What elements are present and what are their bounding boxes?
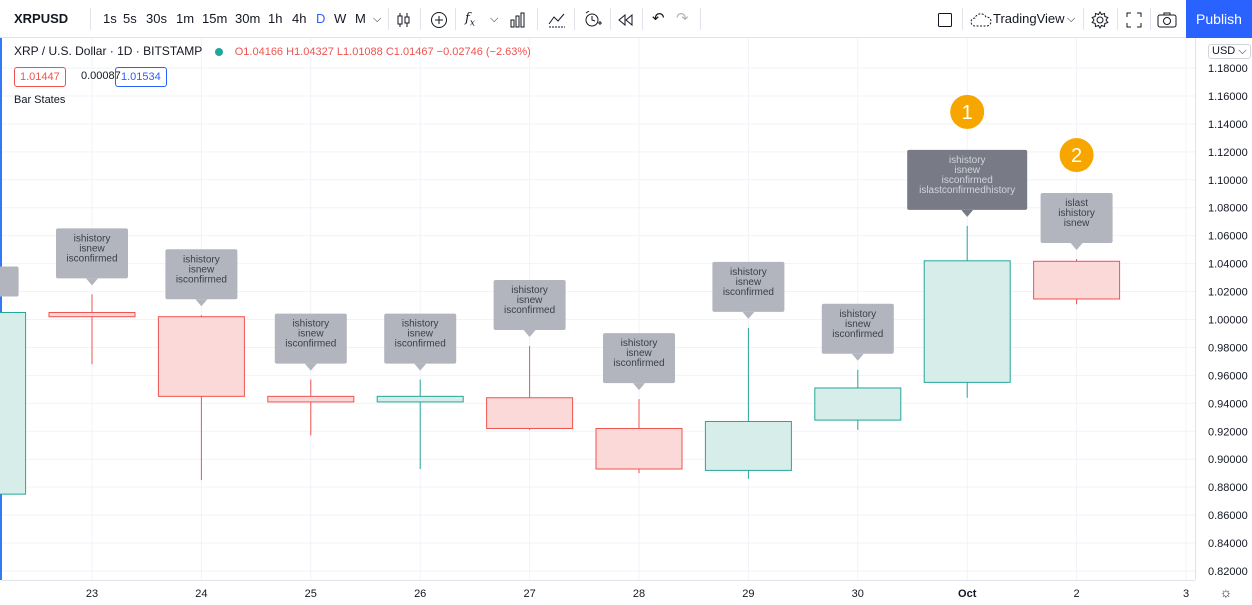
x-tick-label: 29: [742, 588, 754, 600]
label-pointer: [304, 363, 317, 371]
label-pointer: [1070, 243, 1083, 251]
y-tick-label: 1.10000: [1208, 175, 1248, 187]
y-tick-label: 0.92000: [1208, 426, 1248, 438]
indicator-name[interactable]: Bar States: [14, 94, 65, 106]
y-tick-label: 1.04000: [1208, 259, 1248, 271]
candle-body[interactable]: [267, 395, 355, 403]
y-tick-label: 1.18000: [1208, 63, 1248, 75]
bar-state-label[interactable]: ishistoryisnewisconfirmedislastconfirmed…: [907, 149, 1028, 217]
label-line: isconfirmed: [723, 287, 774, 298]
label-line: isconfirmed: [176, 274, 227, 285]
candle-body[interactable]: [923, 260, 1011, 383]
x-tick-label: 25: [305, 588, 317, 600]
candle-body[interactable]: [1033, 260, 1121, 300]
label-line: islastconfirmedhistory: [919, 185, 1015, 196]
x-tick-label: 27: [523, 588, 535, 600]
bar-state-label[interactable]: ishistoryisnewisconfirmed: [384, 313, 457, 371]
y-tick-label: 0.98000: [1208, 342, 1248, 354]
y-tick-label: 0.88000: [1208, 482, 1248, 494]
label-pointer: [851, 353, 864, 361]
buy-price-button[interactable]: 1.01534: [115, 67, 167, 87]
bar-state-label[interactable]: d: [0, 266, 19, 304]
legend-close: C1.01467: [385, 46, 434, 58]
x-tick-label: 30: [852, 588, 864, 600]
y-tick-label: 1.12000: [1208, 147, 1248, 159]
label-pointer: [86, 278, 98, 286]
bar-state-label[interactable]: ishistoryisnewisconfirmed: [274, 313, 347, 371]
label-line: isconfirmed: [66, 253, 117, 264]
bar-state-label[interactable]: ishistoryisnewisconfirmed: [603, 333, 675, 391]
x-tick-label: 2: [1074, 588, 1080, 600]
x-tick-label: 3: [1183, 588, 1189, 600]
legend-low: L1.01088: [336, 46, 383, 58]
y-tick-label: 0.90000: [1208, 454, 1248, 466]
axis-settings-gear-icon[interactable]: ☼: [1220, 584, 1233, 600]
bar-state-label[interactable]: ishistoryisnewisconfirmed: [821, 303, 894, 361]
label-box: [0, 266, 19, 297]
legend-change: −0.02746 (−2.63%): [436, 46, 531, 58]
candle-body[interactable]: [595, 427, 683, 470]
x-tick-label: 28: [633, 588, 645, 600]
label-pointer: [523, 330, 536, 338]
step-badge-number: 1: [962, 102, 973, 124]
y-tick-label: 0.82000: [1208, 566, 1248, 578]
label-line: isconfirmed: [285, 339, 336, 350]
market-status-dot[interactable]: [215, 47, 224, 56]
candle-body[interactable]: [814, 387, 902, 421]
legend-open: O1.04166: [234, 46, 284, 58]
bar-state-label[interactable]: ishistoryisnewisconfirmed: [56, 228, 128, 286]
candle-body[interactable]: [48, 312, 136, 318]
step-badge-number: 2: [1071, 145, 1082, 167]
label-pointer: [195, 299, 208, 307]
y-tick-label: 1.06000: [1208, 231, 1248, 243]
y-tick-label: 0.84000: [1208, 538, 1248, 550]
label-pointer: [742, 311, 755, 319]
legend-high: H1.04327: [286, 46, 334, 58]
y-tick-label: 0.86000: [1208, 510, 1248, 522]
bar-state-label[interactable]: islastishistoryisnew: [1040, 193, 1113, 251]
y-tick-label: 1.14000: [1208, 119, 1248, 131]
x-tick-label: 24: [195, 588, 207, 600]
symbol-legend: XRP / U.S. Dollar · 1D · BITSTAMP O1.041…: [14, 44, 531, 58]
bar-state-label[interactable]: ishistoryisnewisconfirmed: [712, 261, 785, 319]
y-tick-label: 1.00000: [1208, 315, 1248, 327]
currency-selector[interactable]: USD ⌵: [1208, 44, 1251, 59]
candlestick-chart[interactable]: 1.18000 1.16000 1.14000 1.12000 1.10000 1.080…: [0, 0, 1252, 605]
currency-label: USD: [1212, 45, 1236, 57]
y-tick-label: 0.94000: [1208, 398, 1248, 410]
legend-title[interactable]: XRP / U.S. Dollar · 1D · BITSTAMP: [14, 44, 202, 58]
sell-price-button[interactable]: 1.01447: [14, 67, 66, 87]
label-line: isconfirmed: [504, 305, 555, 316]
label-line: isconfirmed: [832, 329, 883, 340]
candle-body[interactable]: [376, 395, 464, 403]
y-tick-label: 1.02000: [1208, 287, 1248, 299]
y-tick-label: 0.96000: [1208, 370, 1248, 382]
label-line: isnew: [1064, 218, 1090, 229]
x-tick-label: 23: [86, 588, 98, 600]
legend-ohlc: O1.04166 H1.04327 L1.01088 C1.01467 −0.0…: [235, 46, 531, 58]
x-tick-label: Oct: [958, 588, 977, 600]
candle-body[interactable]: [0, 312, 27, 495]
label-line: isconfirmed: [613, 358, 664, 369]
candle-body[interactable]: [157, 316, 245, 397]
currency-dropdown-icon: ⌵: [1238, 45, 1247, 57]
candle-body[interactable]: [704, 420, 792, 471]
y-tick-label: 1.16000: [1208, 91, 1248, 103]
x-tick-label: 26: [414, 588, 426, 600]
label-line: isconfirmed: [395, 339, 446, 350]
y-tick-label: 1.08000: [1208, 203, 1248, 215]
bar-state-label[interactable]: ishistoryisnewisconfirmed: [493, 280, 566, 338]
label-pointer: [414, 363, 427, 371]
label-pointer: [633, 383, 645, 391]
label-pointer: [961, 209, 974, 217]
bar-state-label[interactable]: ishistoryisnewisconfirmed: [165, 249, 238, 307]
candle-body[interactable]: [486, 397, 574, 429]
